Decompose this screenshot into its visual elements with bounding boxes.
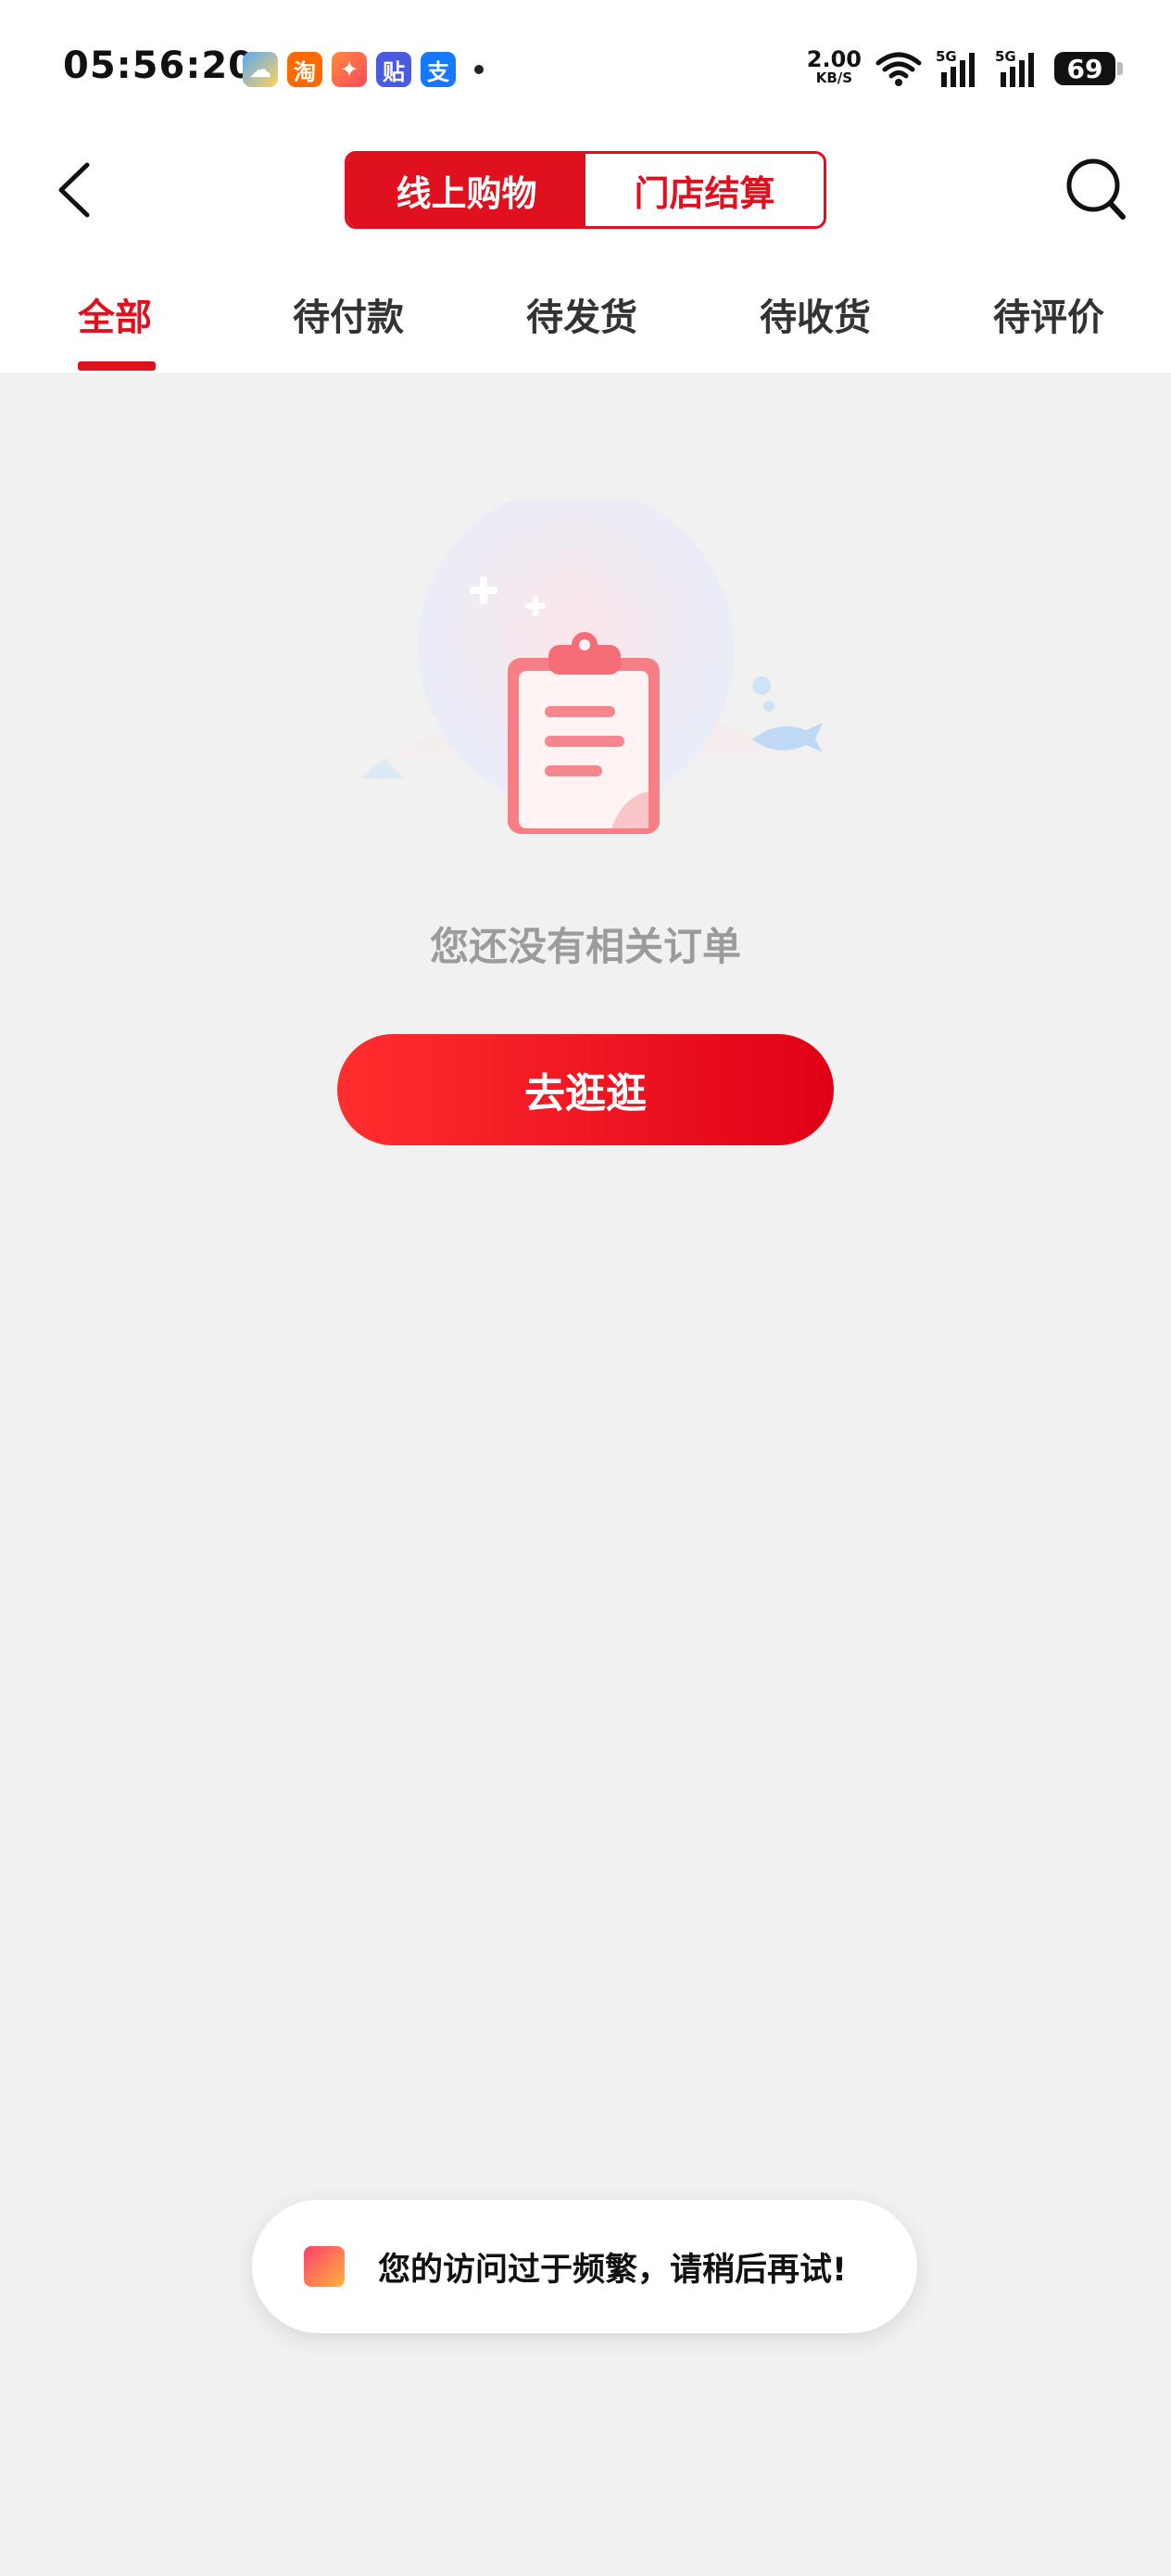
signal-icon-1: 5G	[936, 48, 975, 87]
tab-pending-receipt[interactable]: 待收货	[760, 287, 871, 341]
segment-online-shopping[interactable]: 线上购物	[347, 154, 586, 226]
tab-all[interactable]: 全部	[78, 287, 152, 341]
more-notifications-dot	[474, 65, 484, 74]
back-arrow-icon[interactable]	[52, 158, 98, 222]
order-status-tabs: 全部 待付款 待发货 待收货 待评价	[0, 278, 1171, 373]
segment-store-checkout[interactable]: 门店结算	[586, 154, 824, 226]
weather-icon: ☁	[243, 52, 278, 87]
net-speed: 2.00 KB/S	[806, 46, 862, 86]
go-shopping-button[interactable]: 去逛逛	[337, 1034, 834, 1145]
notification-icons: ☁ 淘 ✦ 贴 支	[243, 52, 484, 87]
game-icon: ✦	[332, 52, 367, 87]
app-logo-icon	[304, 2246, 345, 2287]
alipay-icon: 支	[421, 52, 456, 87]
wifi-icon	[875, 52, 922, 86]
shopping-mode-switch: 线上购物 门店结算	[345, 151, 826, 229]
tab-pending-shipment[interactable]: 待发货	[526, 287, 637, 341]
toast-notification: 您的访问过于频繁，请稍后再试!	[252, 2200, 917, 2333]
status-bar: 05:56:20 ☁ 淘 ✦ 贴 支 2.00 KB/S 5G 5G 69	[0, 37, 1171, 104]
toast-message: 您的访问过于频繁，请稍后再试!	[378, 2251, 847, 2289]
empty-state-message: 您还没有相关订单	[429, 924, 741, 969]
status-time: 05:56:20	[63, 44, 255, 87]
signal-1-label: 5G	[936, 48, 957, 65]
active-tab-indicator	[78, 361, 156, 371]
tab-pending-review[interactable]: 待评价	[993, 287, 1104, 341]
header-area: 05:56:20 ☁ 淘 ✦ 贴 支 2.00 KB/S 5G 5G 69 线上…	[0, 0, 1171, 373]
system-indicators: 2.00 KB/S 5G 5G 69	[806, 46, 1123, 89]
tab-pending-payment[interactable]: 待付款	[293, 287, 404, 341]
battery-indicator: 69	[1054, 52, 1123, 85]
search-icon[interactable]	[1064, 156, 1128, 222]
empty-orders-illustration	[352, 500, 834, 834]
tieba-icon: 贴	[376, 52, 411, 87]
signal-2-label: 5G	[995, 48, 1016, 65]
taobao-icon: 淘	[287, 52, 322, 87]
signal-icon-2: 5G	[995, 48, 1034, 87]
